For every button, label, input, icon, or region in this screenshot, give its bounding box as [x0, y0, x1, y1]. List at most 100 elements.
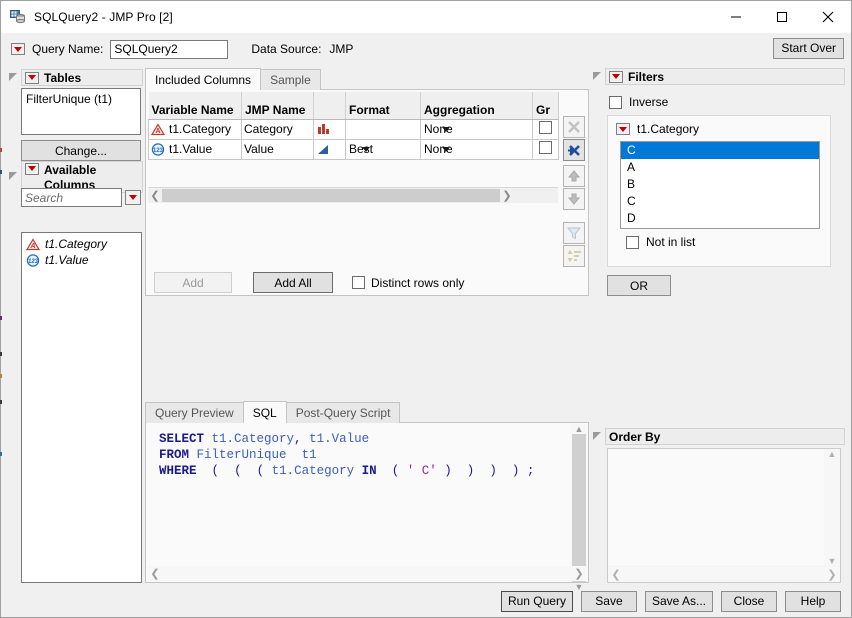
cell-aggregation[interactable]: None [420, 138, 533, 160]
minimize-icon[interactable] [713, 1, 759, 33]
list-item[interactable]: C [621, 193, 819, 210]
start-over-button[interactable]: Start Over [773, 38, 844, 59]
scroll-right-icon[interactable]: ❯ [824, 568, 840, 581]
column-header-variable-name[interactable]: Variable Name [148, 92, 242, 120]
order-by-body[interactable]: ▲ ▼ ❮ ❯ [607, 448, 841, 583]
order-by-horizontal-scrollbar[interactable]: ❮ ❯ [608, 567, 840, 582]
chevron-down-icon[interactable] [362, 146, 371, 152]
inverse-label: Inverse [629, 95, 669, 109]
filter-values-list[interactable]: C A B C D [620, 141, 820, 229]
cell-modeling-type[interactable] [313, 138, 346, 160]
grid-horizontal-scrollbar[interactable]: ❮ ❯ [148, 187, 558, 203]
cell-jmp-name[interactable]: Category [241, 118, 314, 140]
scroll-right-icon[interactable]: ❯ [500, 189, 514, 202]
close-icon[interactable] [805, 1, 851, 33]
red-triangle-menu-icon[interactable] [11, 43, 25, 55]
cell-jmp-name[interactable]: Value [241, 138, 314, 160]
add-all-button[interactable]: Add All [253, 272, 333, 293]
list-item[interactable]: B [621, 176, 819, 193]
column-header-format[interactable]: Format [345, 92, 421, 120]
or-button[interactable]: OR [607, 275, 671, 296]
order-by-vertical-scrollbar[interactable]: ▲ ▼ [824, 449, 840, 566]
tables-list[interactable]: FilterUnique (t1) [21, 88, 141, 135]
maximize-icon[interactable] [759, 1, 805, 33]
disclosure-triangle-icon[interactable] [593, 432, 602, 441]
red-triangle-menu-icon[interactable] [616, 123, 630, 135]
list-item[interactable]: A [621, 159, 819, 176]
scroll-up-icon[interactable]: ▲ [571, 424, 587, 434]
chevron-down-icon[interactable] [441, 126, 450, 132]
list-item[interactable]: D [621, 210, 819, 227]
order-by-panel-title: Order By [609, 429, 661, 444]
order-by-panel: Order By ▲ ▼ ❮ ❯ [593, 428, 845, 583]
change-button[interactable]: Change... [21, 140, 141, 161]
scroll-up-icon[interactable]: ▲ [828, 449, 837, 459]
scroll-down-icon[interactable]: ▼ [828, 556, 837, 566]
list-item[interactable]: A t1.Category [24, 236, 139, 252]
available-columns-list[interactable]: A t1.Category 123 t1.Value [21, 232, 142, 583]
scroll-left-icon[interactable]: ❮ [147, 567, 163, 580]
list-item[interactable]: 123 t1.Value [24, 252, 139, 268]
red-triangle-menu-icon[interactable] [609, 70, 623, 83]
cell-group[interactable] [532, 118, 559, 140]
disclosure-triangle-icon[interactable] [9, 73, 18, 82]
scroll-left-icon[interactable]: ❮ [148, 189, 162, 202]
remove-x-icon[interactable] [563, 116, 585, 138]
table-row[interactable]: 123 t1.Value Value Best None [148, 138, 559, 160]
disclosure-triangle-icon[interactable] [9, 172, 18, 181]
column-header-group[interactable]: Gr [532, 92, 559, 120]
search-dropdown-icon[interactable] [125, 190, 141, 205]
scrollbar-thumb[interactable] [162, 189, 500, 202]
tab-query-preview[interactable]: Query Preview [145, 402, 244, 423]
chevron-down-icon[interactable] [441, 146, 450, 152]
column-header-jmp-name[interactable]: JMP Name [241, 92, 314, 120]
scroll-right-icon[interactable]: ❯ [571, 567, 587, 580]
order-by-list[interactable] [608, 449, 824, 566]
query-name-input[interactable] [110, 39, 229, 59]
cell-format[interactable] [345, 118, 421, 140]
cell-modeling-type[interactable] [313, 118, 346, 140]
help-button[interactable]: Help [785, 590, 841, 612]
run-query-button[interactable]: Run Query [500, 590, 573, 612]
remove-all-x-icon[interactable] [563, 139, 585, 161]
save-as-button[interactable]: Save As... [644, 590, 713, 612]
sql-editor[interactable]: SELECT t1.Category, t1.Value FROM FilterU… [149, 426, 568, 564]
sql-horizontal-scrollbar[interactable]: ❮ ❯ [147, 566, 587, 581]
tab-sample[interactable]: Sample [260, 69, 321, 90]
red-triangle-menu-icon[interactable] [25, 71, 39, 84]
save-button[interactable]: Save [580, 590, 637, 612]
table-row[interactable]: A t1.Category Category None [148, 118, 559, 140]
cell-format[interactable]: Best [345, 138, 421, 160]
tab-included-columns[interactable]: Included Columns [145, 68, 262, 90]
close-button[interactable]: Close [721, 590, 777, 612]
group-checkbox[interactable] [539, 121, 552, 134]
move-down-arrow-icon[interactable] [563, 188, 585, 210]
cell-group[interactable] [532, 138, 559, 160]
move-up-arrow-icon[interactable] [563, 165, 585, 187]
distinct-rows-only-checkbox[interactable] [352, 276, 365, 289]
tab-sql[interactable]: SQL [242, 401, 287, 423]
inverse-checkbox[interactable] [609, 95, 622, 109]
not-in-list-checkbox[interactable] [626, 235, 639, 249]
variable-name-text: t1.Category [169, 122, 232, 136]
filter-funnel-icon[interactable] [563, 222, 585, 244]
red-triangle-menu-icon[interactable] [25, 162, 39, 175]
search-input[interactable] [21, 188, 122, 207]
columns-table: Variable Name JMP Name Format Aggregatio… [148, 92, 559, 160]
cell-variable-name[interactable]: A t1.Category [148, 118, 242, 140]
cell-aggregation[interactable]: None [420, 118, 533, 140]
cell-variable-name[interactable]: 123 t1.Value [148, 138, 242, 160]
list-item[interactable]: C [621, 142, 819, 159]
scroll-left-icon[interactable]: ❮ [608, 568, 624, 581]
disclosure-triangle-icon[interactable] [593, 72, 602, 81]
column-header-modeling-type[interactable] [313, 92, 346, 120]
scrollbar-thumb[interactable] [572, 434, 586, 582]
column-header-aggregation[interactable]: Aggregation [420, 92, 533, 120]
list-item[interactable]: FilterUnique (t1) [26, 92, 136, 106]
svg-text:A: A [155, 128, 160, 135]
group-checkbox[interactable] [539, 141, 552, 154]
sql-vertical-scrollbar[interactable]: ▲ ▼ [571, 424, 587, 592]
sort-order-icon[interactable] [563, 245, 585, 267]
add-button[interactable]: Add [154, 272, 232, 293]
tab-post-query-script[interactable]: Post-Query Script [285, 402, 401, 423]
